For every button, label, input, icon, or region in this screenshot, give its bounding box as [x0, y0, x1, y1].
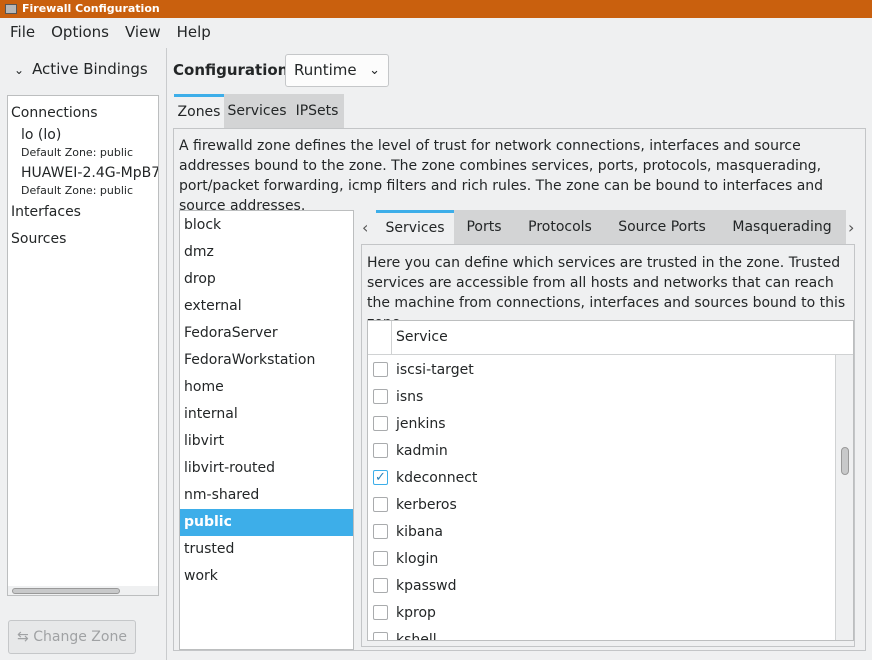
zone-item[interactable]: external — [180, 293, 353, 320]
zone-item[interactable]: libvirt — [180, 428, 353, 455]
zone-tab-masquerading[interactable]: Masquerading — [718, 210, 846, 244]
menu-file[interactable]: File — [10, 23, 35, 41]
zone-item[interactable]: public — [180, 509, 353, 536]
service-checkbox[interactable] — [373, 551, 388, 566]
zone-item[interactable]: internal — [180, 401, 353, 428]
menu-view[interactable]: View — [125, 23, 161, 41]
tab-services[interactable]: Services — [224, 94, 290, 128]
configuration-select[interactable]: Runtime ⌄ — [285, 54, 389, 87]
service-checkbox[interactable]: ✓ — [373, 470, 388, 485]
table-row[interactable]: iscsi-target — [368, 356, 853, 383]
service-checkbox[interactable] — [373, 497, 388, 512]
menu-bar: File Options View Help — [0, 18, 872, 46]
zone-tab-source-ports[interactable]: Source Ports — [606, 210, 718, 244]
service-name: klogin — [396, 550, 439, 567]
table-row[interactable]: kpasswd — [368, 572, 853, 599]
services-table[interactable]: Service iscsi-target isns jenkins kadmin ✓ kd… — [367, 320, 854, 641]
table-row[interactable]: klogin — [368, 545, 853, 572]
service-checkbox[interactable] — [373, 362, 388, 377]
zone-tab-ports[interactable]: Ports — [454, 210, 514, 244]
tab-ipsets[interactable]: IPSets — [290, 94, 344, 128]
service-name: kibana — [396, 523, 443, 540]
scrollbar-thumb[interactable] — [841, 447, 849, 475]
zone-item[interactable]: trusted — [180, 536, 353, 563]
service-checkbox[interactable] — [373, 605, 388, 620]
chevron-down-icon: ⌄ — [14, 63, 25, 77]
zone-item[interactable]: work — [180, 563, 353, 590]
service-checkbox[interactable] — [373, 632, 388, 640]
service-name: kshell — [396, 631, 437, 641]
connections-header[interactable]: Connections — [8, 96, 158, 131]
menu-help[interactable]: Help — [177, 23, 211, 41]
chevron-down-icon: ⌄ — [369, 63, 380, 78]
service-name: kprop — [396, 604, 436, 621]
zone-item[interactable]: block — [180, 212, 353, 239]
splitter[interactable] — [166, 48, 167, 660]
window-title: Firewall Configuration — [22, 2, 160, 15]
table-row[interactable]: kshell — [368, 626, 853, 641]
service-checkbox[interactable] — [373, 578, 388, 593]
zone-item[interactable]: libvirt-routed — [180, 455, 353, 482]
zone-item[interactable]: FedoraWorkstation — [180, 347, 353, 374]
table-row[interactable]: kibana — [368, 518, 853, 545]
checkbox-column-header[interactable] — [368, 321, 392, 355]
service-name: kerberos — [396, 496, 457, 513]
service-checkbox[interactable] — [373, 389, 388, 404]
zone-list[interactable]: block dmz drop external FedoraServer FedoraWo… — [179, 210, 354, 650]
service-checkbox[interactable] — [373, 443, 388, 458]
sources-header[interactable]: Sources — [8, 226, 158, 253]
service-name: kdeconnect — [396, 469, 478, 486]
table-row[interactable]: kadmin — [368, 437, 853, 464]
service-column-header[interactable]: Service — [396, 329, 448, 345]
scrollbar-thumb[interactable] — [12, 588, 120, 594]
service-name: kpasswd — [396, 577, 457, 594]
swap-arrows-icon: ⇆ — [17, 629, 34, 645]
table-row[interactable]: isns — [368, 383, 853, 410]
zone-tab-protocols[interactable]: Protocols — [514, 210, 606, 244]
service-checkbox[interactable] — [373, 524, 388, 539]
table-row[interactable]: kerberos — [368, 491, 853, 518]
vertical-scrollbar[interactable] — [835, 355, 853, 640]
zone-item[interactable]: nm-shared — [180, 482, 353, 509]
interfaces-header[interactable]: Interfaces — [8, 199, 158, 226]
zones-description: A firewalld zone defines the level of tr… — [179, 138, 824, 214]
connection-item[interactable]: lo (lo) Default Zone: public — [8, 127, 158, 159]
connection-item[interactable]: HUAWEI-2.4G-MpB7 Default Zone: public — [8, 165, 158, 197]
zone-item[interactable]: FedoraServer — [180, 320, 353, 347]
horizontal-scrollbar[interactable] — [8, 586, 158, 595]
change-zone-button[interactable]: ⇆ Change Zone — [8, 620, 136, 654]
zone-tab-services[interactable]: Services — [376, 210, 454, 244]
service-rows: iscsi-target isns jenkins kadmin ✓ kdeconnect… — [368, 356, 853, 641]
table-header: Service — [368, 321, 853, 355]
service-name: iscsi-target — [396, 361, 474, 378]
service-name: isns — [396, 388, 424, 405]
active-bindings-toggle[interactable]: ⌄ Active Bindings — [14, 60, 148, 78]
zone-item[interactable]: home — [180, 374, 353, 401]
tab-scroll-left-icon[interactable]: ‹ — [362, 218, 368, 237]
zone-item[interactable]: drop — [180, 266, 353, 293]
zone-item[interactable]: dmz — [180, 239, 353, 266]
service-checkbox[interactable] — [373, 416, 388, 431]
table-row[interactable]: kprop — [368, 599, 853, 626]
tab-scroll-right-icon[interactable]: › — [848, 218, 854, 237]
service-name: kadmin — [396, 442, 448, 459]
bindings-tree[interactable]: Connections lo (lo) Default Zone: public … — [7, 95, 159, 596]
tab-zones[interactable]: Zones — [174, 94, 224, 128]
firewall-app-icon — [5, 4, 17, 14]
menu-options[interactable]: Options — [51, 23, 109, 41]
configuration-label: Configuration: — [173, 61, 295, 79]
active-bindings-label: Active Bindings — [32, 60, 148, 78]
table-row[interactable]: jenkins — [368, 410, 853, 437]
table-row[interactable]: ✓ kdeconnect — [368, 464, 853, 491]
service-name: jenkins — [396, 415, 446, 432]
title-bar: Firewall Configuration — [0, 0, 872, 18]
